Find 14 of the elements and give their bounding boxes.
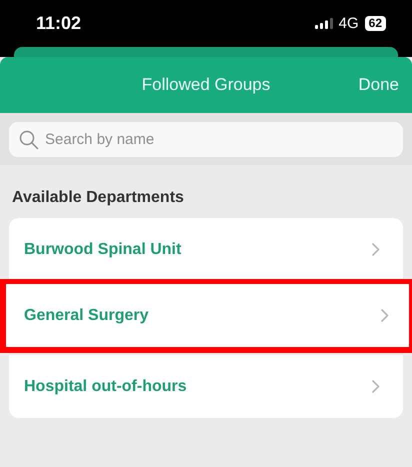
done-button[interactable]: Done (358, 75, 399, 95)
department-item[interactable]: Burwood Spinal Unit (9, 218, 403, 281)
department-item[interactable]: Hospital out-of-hours (9, 355, 403, 418)
status-time: 11:02 (36, 13, 82, 34)
chevron-icon (381, 309, 389, 322)
header-title: Followed Groups (142, 75, 270, 95)
section-heading: Available Departments (11, 189, 185, 208)
search-field[interactable]: Search by name (9, 122, 403, 157)
signal-icon (314, 18, 333, 29)
network-label: 4G (338, 15, 359, 32)
chevron-icon (372, 380, 380, 393)
chevron-icon (372, 243, 380, 256)
department-item[interactable]: General Surgery (6, 284, 409, 347)
battery-indicator: 62 (364, 16, 386, 31)
